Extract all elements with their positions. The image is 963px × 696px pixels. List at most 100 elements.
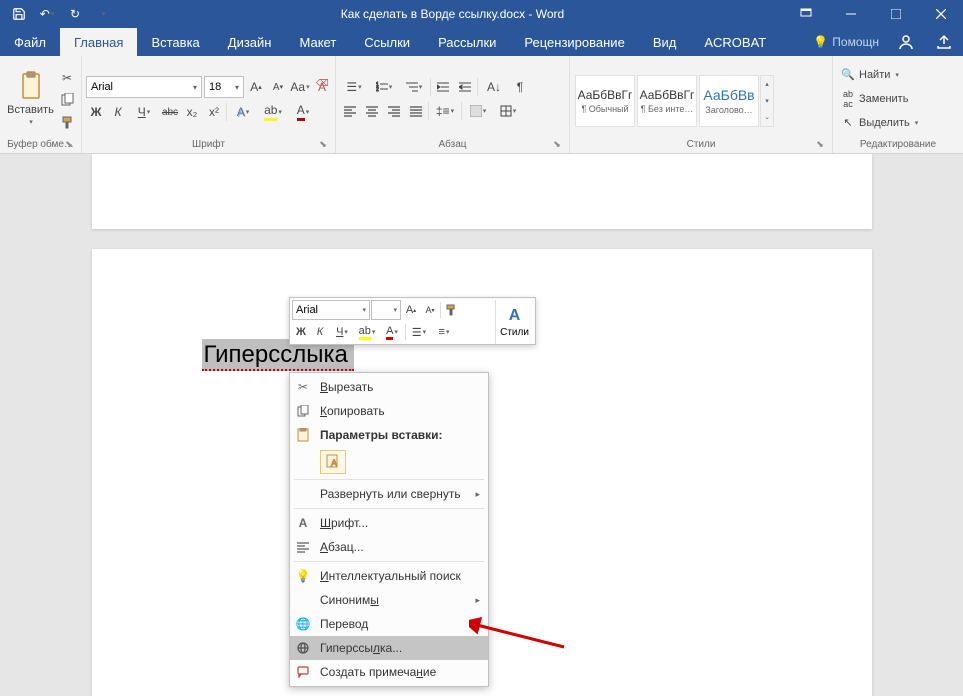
maximize-button[interactable] xyxy=(873,0,918,28)
dlg-launcher-clipboard[interactable]: ⬊ xyxy=(63,139,75,151)
save-button[interactable] xyxy=(8,3,30,25)
font-color-button[interactable]: A▾ xyxy=(289,102,317,122)
replace-button[interactable]: abacЗаменить xyxy=(837,88,922,110)
text-effects-button[interactable]: A▾ xyxy=(229,102,257,122)
group-label-font: Шрифт xyxy=(192,139,225,150)
minimize-button[interactable] xyxy=(828,0,873,28)
mini-grow-font[interactable]: A▴ xyxy=(402,301,420,319)
decrease-indent-button[interactable] xyxy=(433,77,453,97)
strikethrough-button[interactable]: abc xyxy=(160,102,180,122)
tab-file[interactable]: Файл xyxy=(0,28,60,56)
mini-italic[interactable]: К xyxy=(311,323,329,341)
ctx-expand-collapse[interactable]: Развернуть или свернуть▸ xyxy=(290,482,488,506)
numbering-button[interactable]: 12▾ xyxy=(370,77,398,97)
tab-insert[interactable]: Вставка xyxy=(137,28,213,56)
change-case-button[interactable]: Aa▾ xyxy=(290,77,310,97)
link-icon xyxy=(294,639,312,657)
mini-bullets[interactable]: ☰▾ xyxy=(407,323,431,341)
tab-review[interactable]: Рецензирование xyxy=(510,28,638,56)
sort-button[interactable]: A↓ xyxy=(480,77,508,97)
ctx-translate[interactable]: 🌐Перевод xyxy=(290,612,488,636)
document-title: Как сделать в Ворде ссылку.docx - Word xyxy=(122,7,783,21)
mini-size-combo[interactable]: ▾ xyxy=(371,300,401,320)
line-spacing-button[interactable]: ‡≡▾ xyxy=(431,101,459,121)
clear-formatting-button[interactable]: A⌫ xyxy=(312,77,332,97)
undo-button[interactable]: ↶▾ xyxy=(36,3,58,25)
select-button[interactable]: ↖Выделить▾ xyxy=(837,112,922,134)
paste-keep-formatting[interactable]: A xyxy=(320,450,346,474)
shrink-font-button[interactable]: A▾ xyxy=(268,77,288,97)
align-right-button[interactable] xyxy=(384,101,404,121)
redo-button[interactable]: ↻ xyxy=(64,3,86,25)
dlg-launcher-styles[interactable]: ⬊ xyxy=(814,139,826,151)
tab-acrobat[interactable]: ACROBAT xyxy=(690,28,780,56)
signin-button[interactable] xyxy=(887,34,925,50)
share-button[interactable] xyxy=(925,34,963,50)
style-heading1[interactable]: АаБбВвЗаголово… xyxy=(699,75,759,127)
paste-button[interactable]: Вставить▾ xyxy=(4,59,57,136)
style-normal[interactable]: АаБбВвГг¶ Обычный xyxy=(575,75,635,127)
subscript-button[interactable]: x₂ xyxy=(182,102,202,122)
tab-home[interactable]: Главная xyxy=(60,28,137,56)
font-name-combo[interactable]: Arial▾ xyxy=(86,76,202,98)
font-size-combo[interactable]: 18▾ xyxy=(204,76,244,98)
ctx-synonyms[interactable]: Синонимы▸ xyxy=(290,588,488,612)
ctx-new-comment[interactable]: Создать примечание xyxy=(290,660,488,684)
dlg-launcher-paragraph[interactable]: ⬊ xyxy=(551,139,563,151)
underline-button[interactable]: Ч▾ xyxy=(130,102,158,122)
styles-more-button[interactable]: ▴▾⌄ xyxy=(760,75,774,127)
find-button[interactable]: 🔍Найти▾ xyxy=(837,64,922,86)
close-button[interactable] xyxy=(918,0,963,28)
search-icon: 🔍 xyxy=(841,68,855,81)
tab-references[interactable]: Ссылки xyxy=(350,28,424,56)
bullets-button[interactable]: ☰▾ xyxy=(340,77,368,97)
bulb-icon: 💡 xyxy=(813,35,828,49)
tab-mailings[interactable]: Рассылки xyxy=(424,28,510,56)
superscript-button[interactable]: x² xyxy=(204,102,224,122)
ribbon-options-button[interactable] xyxy=(783,0,828,28)
ctx-hyperlink[interactable]: Гиперссылка... xyxy=(290,636,488,660)
mini-font-color[interactable]: A▾ xyxy=(380,323,404,341)
mini-font-combo[interactable]: Arial▾ xyxy=(292,300,370,320)
tab-layout[interactable]: Макет xyxy=(285,28,350,56)
mini-shrink-font[interactable]: A▾ xyxy=(421,301,439,319)
ctx-copy[interactable]: Копировать xyxy=(290,399,488,423)
tell-me-box[interactable]: 💡Помощн xyxy=(805,35,887,49)
justify-button[interactable] xyxy=(406,101,426,121)
style-no-spacing[interactable]: АаБбВвГг¶ Без инте… xyxy=(637,75,697,127)
grow-font-button[interactable]: A▴ xyxy=(246,77,266,97)
multilevel-button[interactable]: ▾ xyxy=(400,77,428,97)
align-left-button[interactable] xyxy=(340,101,360,121)
group-label-editing: Редактирование xyxy=(837,136,959,152)
dlg-launcher-font[interactable]: ⬊ xyxy=(317,139,329,151)
increase-indent-button[interactable] xyxy=(455,77,475,97)
borders-button[interactable]: ▾ xyxy=(494,101,522,121)
shading-button[interactable]: ▾ xyxy=(464,101,492,121)
align-center-button[interactable] xyxy=(362,101,382,121)
clipboard-icon xyxy=(294,426,312,444)
ctx-paragraph[interactable]: Абзац... xyxy=(290,535,488,559)
mini-underline[interactable]: Ч▾ xyxy=(330,323,354,341)
ctx-font[interactable]: AШрифт... xyxy=(290,511,488,535)
ctx-cut[interactable]: ✂Вырезать xyxy=(290,375,488,399)
tab-design[interactable]: Дизайн xyxy=(214,28,286,56)
bold-button[interactable]: Ж xyxy=(86,102,106,122)
cut-button[interactable]: ✂ xyxy=(57,68,77,88)
copy-button[interactable] xyxy=(57,90,77,110)
mini-numbering[interactable]: ≡▾ xyxy=(432,323,456,341)
show-marks-button[interactable]: ¶ xyxy=(510,77,530,97)
group-styles: АаБбВвГг¶ Обычный АаБбВвГг¶ Без инте… Аа… xyxy=(570,56,833,153)
mini-bold[interactable]: Ж xyxy=(292,323,310,341)
ribbon: Вставить▾ ✂ Буфер обме…⬊ Arial▾ 18▾ A▴ A… xyxy=(0,56,963,154)
mini-highlight[interactable]: ab▾ xyxy=(355,323,379,341)
italic-button[interactable]: К xyxy=(108,102,128,122)
tab-view[interactable]: Вид xyxy=(639,28,691,56)
mini-styles-button[interactable]: A Стили xyxy=(495,300,533,344)
comment-icon xyxy=(294,663,312,681)
format-painter-button[interactable] xyxy=(57,112,77,132)
customize-qat[interactable]: ▾ xyxy=(92,3,114,25)
ctx-smart-lookup[interactable]: 💡Интеллектуальный поиск xyxy=(290,564,488,588)
highlight-button[interactable]: ab▾ xyxy=(259,102,287,122)
svg-text:A: A xyxy=(331,458,337,468)
mini-format-painter[interactable] xyxy=(442,301,460,319)
